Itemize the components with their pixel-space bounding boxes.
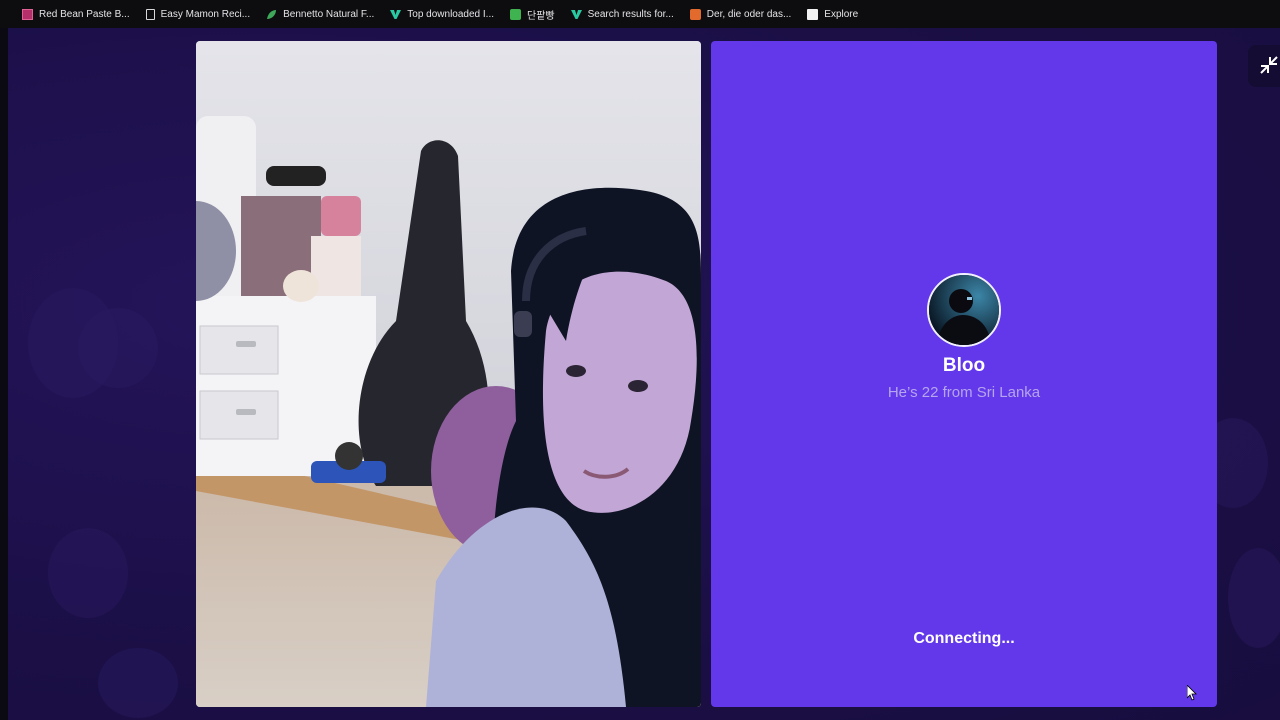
- page-favicon-icon: [807, 8, 819, 20]
- connection-status: Connecting...: [913, 630, 1015, 647]
- background-blob: [78, 308, 158, 388]
- bookmark-label: Bennetto Natural F...: [283, 8, 375, 20]
- remote-peer-panel: Bloo He’s 22 from Sri Lanka Connecting..…: [711, 41, 1217, 707]
- bookmark-label: 단팥빵: [527, 10, 555, 22]
- peer-subtitle: He’s 22 from Sri Lanka: [887, 384, 1041, 401]
- bookmark-label: Easy Mamon Reci...: [160, 8, 251, 20]
- green-favicon-icon: [510, 8, 522, 20]
- v-favicon-icon: [390, 9, 402, 19]
- background-blob: [1228, 548, 1280, 648]
- leaf-favicon-icon: [267, 9, 277, 19]
- bookmarks-bar: Red Bean Paste B... Easy Mamon Reci... B…: [0, 0, 1280, 28]
- local-video: [196, 41, 701, 707]
- bookmark-label: Search results for...: [587, 8, 674, 20]
- bookmark-korean[interactable]: 단팥빵: [502, 3, 563, 25]
- bookmark-easy-mamon[interactable]: Easy Mamon Reci...: [138, 3, 258, 25]
- window-edge: [0, 28, 8, 720]
- bookmark-top-downloaded[interactable]: Top downloaded I...: [382, 3, 502, 25]
- background-blob: [98, 648, 178, 718]
- bookmark-bennetto[interactable]: Bennetto Natural F...: [258, 3, 382, 25]
- document-icon: [145, 8, 155, 20]
- background-blob: [48, 528, 128, 618]
- exit-fullscreen-icon: [1260, 56, 1278, 74]
- dict-favicon-icon: [689, 8, 701, 20]
- bookmark-label: Red Bean Paste B...: [39, 8, 130, 20]
- peer-name: Bloo: [942, 355, 986, 376]
- mouse-cursor-icon: [1187, 685, 1197, 701]
- bookmark-label: Top downloaded I...: [407, 8, 495, 20]
- bookmark-explore[interactable]: Explore: [799, 3, 866, 25]
- grid-favicon-icon: [22, 8, 33, 20]
- avatar-image: [929, 275, 999, 345]
- self-camera-feed: [196, 41, 701, 707]
- v-favicon-icon: [570, 9, 582, 19]
- bookmark-red-bean[interactable]: Red Bean Paste B...: [14, 3, 138, 25]
- bookmark-label: Der, die oder das...: [706, 8, 792, 20]
- exit-fullscreen-button[interactable]: [1248, 45, 1280, 87]
- bookmark-search-results[interactable]: Search results for...: [563, 3, 682, 25]
- avatar[interactable]: [927, 273, 1001, 347]
- bookmark-der-die-das[interactable]: Der, die oder das...: [682, 3, 800, 25]
- bookmark-label: Explore: [824, 8, 859, 20]
